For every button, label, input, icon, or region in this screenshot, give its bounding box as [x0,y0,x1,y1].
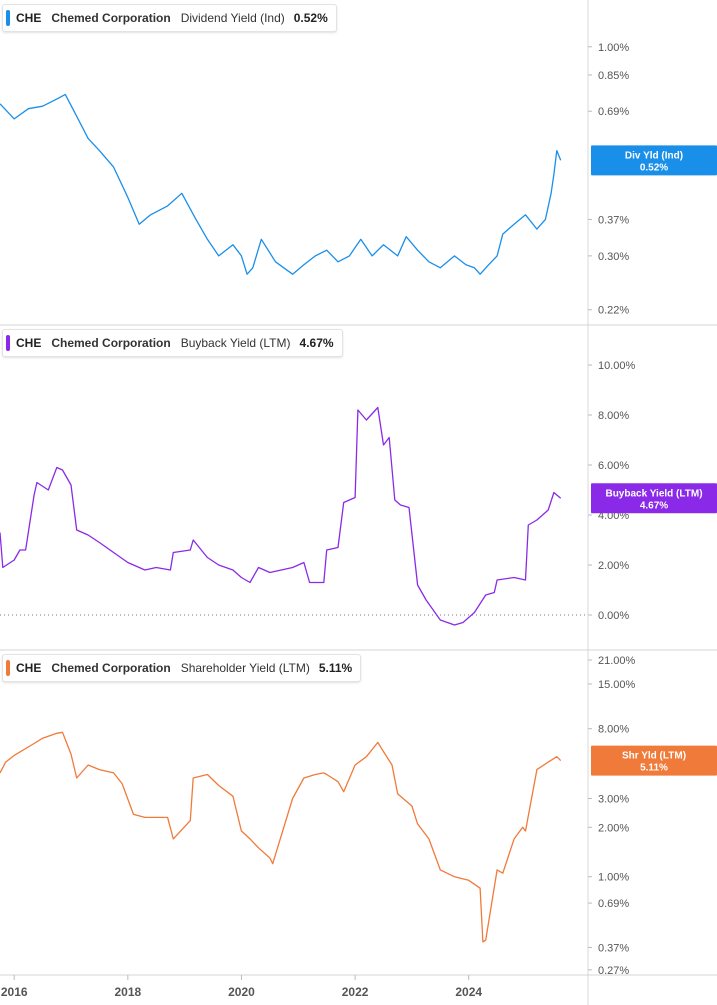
legend-ticker: CHE [16,336,42,350]
legend-metric: Shareholder Yield (LTM) [180,661,310,675]
y-tick-label: 0.69% [598,106,629,118]
series-line[interactable] [0,731,562,943]
legend-value: 4.67% [299,336,334,350]
y-tick-label: 0.00% [598,610,629,622]
y-tick-label: 0.37% [598,942,629,954]
current-value-tag-label: Shr Yld (LTM) [622,751,686,762]
legend-buyback-yield[interactable]: CHE Chemed Corporation Buyback Yield (LT… [2,329,343,357]
legend-value: 5.11% [318,661,353,675]
series-swatch-buyback [6,335,10,351]
y-tick-label: 21.00% [598,655,636,667]
legend-shareholder-yield[interactable]: CHE Chemed Corporation Shareholder Yield… [2,654,362,682]
y-tick-label: 2.00% [598,822,629,834]
legend-ticker: CHE [16,11,42,25]
series-swatch-dividend [6,10,10,26]
x-tick-label: 2022 [342,985,369,999]
y-tick-label: 15.00% [598,679,636,691]
legend-dividend-yield[interactable]: CHE Chemed Corporation Dividend Yield (I… [2,4,337,32]
y-tick-label: 1.00% [598,42,629,54]
current-value-tag-value: 4.67% [640,500,668,511]
y-tick-label: 1.00% [598,872,629,884]
y-tick-label: 0.85% [598,70,629,82]
legend-value: 0.52% [293,11,328,25]
x-tick-label: 2018 [114,985,141,999]
legend-company: Chemed Corporation [51,661,171,675]
legend-ticker: CHE [16,661,42,675]
current-value-tag-value: 0.52% [640,162,668,173]
y-tick-label: 10.00% [598,360,636,372]
x-tick-label: 2024 [455,985,482,999]
series-line[interactable] [0,93,562,275]
current-value-tag-value: 5.11% [640,763,668,774]
legend-company: Chemed Corporation [51,11,171,25]
y-tick-label: 3.00% [598,793,629,805]
y-tick-label: 8.00% [598,410,629,422]
y-tick-label: 0.30% [598,251,629,263]
legend-metric: Dividend Yield (Ind) [180,11,285,25]
current-value-tag-label: Buyback Yield (LTM) [605,488,702,499]
y-tick-label: 0.69% [598,898,629,910]
y-tick-label: 0.22% [598,305,629,317]
y-tick-label: 8.00% [598,724,629,736]
y-tick-label: 2.00% [598,560,629,572]
legend-company: Chemed Corporation [51,336,171,350]
series-line[interactable] [0,406,562,626]
x-tick-label: 2016 [1,985,28,999]
y-tick-label: 0.37% [598,214,629,226]
x-tick-label: 2020 [228,985,255,999]
y-tick-label: 6.00% [598,460,629,472]
current-value-tag-label: Div Yld (Ind) [625,150,683,161]
series-swatch-shareholder [6,660,10,676]
chart-canvas: 1.00% 0.85% 0.69% 0.37% 0.30% 0.22% Div Yld (I… [0,0,717,1005]
legend-metric: Buyback Yield (LTM) [180,336,291,350]
